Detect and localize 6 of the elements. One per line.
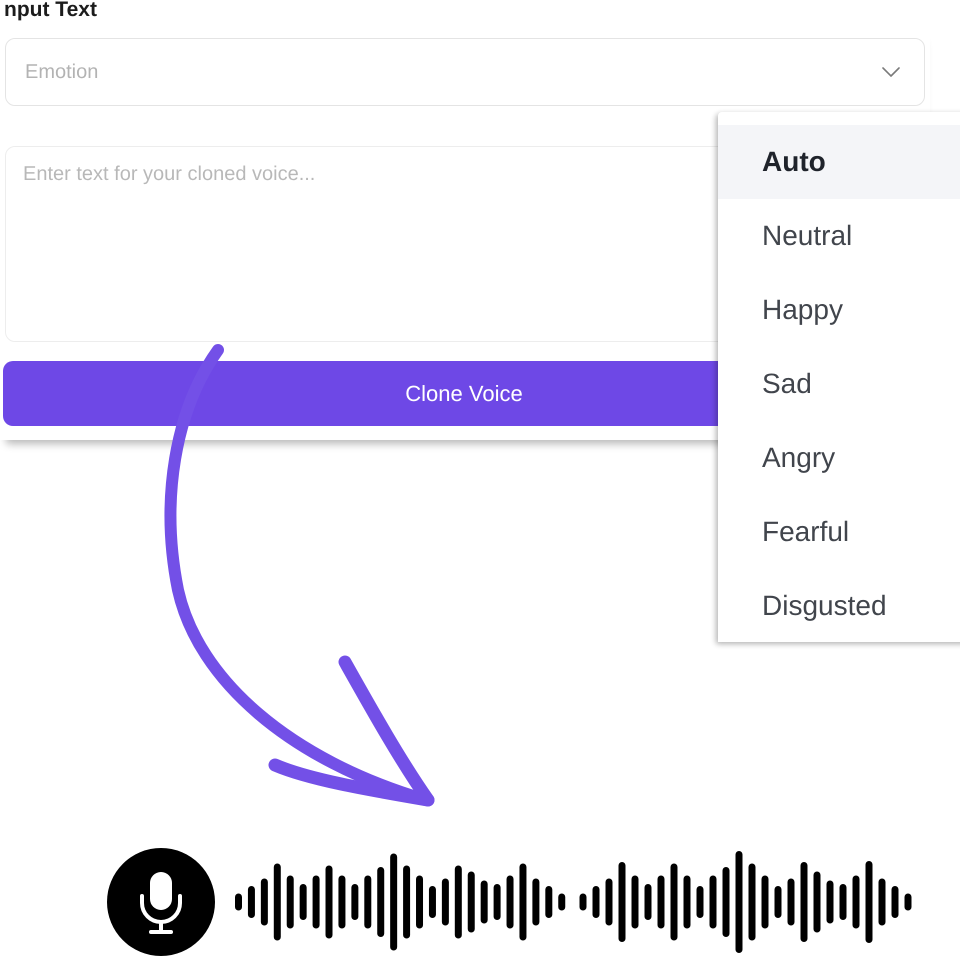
section-label: nput Text bbox=[4, 0, 98, 23]
menu-item[interactable]: Fearful bbox=[718, 495, 960, 569]
chevron-down-icon bbox=[882, 67, 900, 77]
microphone-icon bbox=[107, 848, 215, 956]
menu-item[interactable]: Auto bbox=[718, 125, 960, 199]
menu-item[interactable]: Disgusted bbox=[718, 569, 960, 643]
